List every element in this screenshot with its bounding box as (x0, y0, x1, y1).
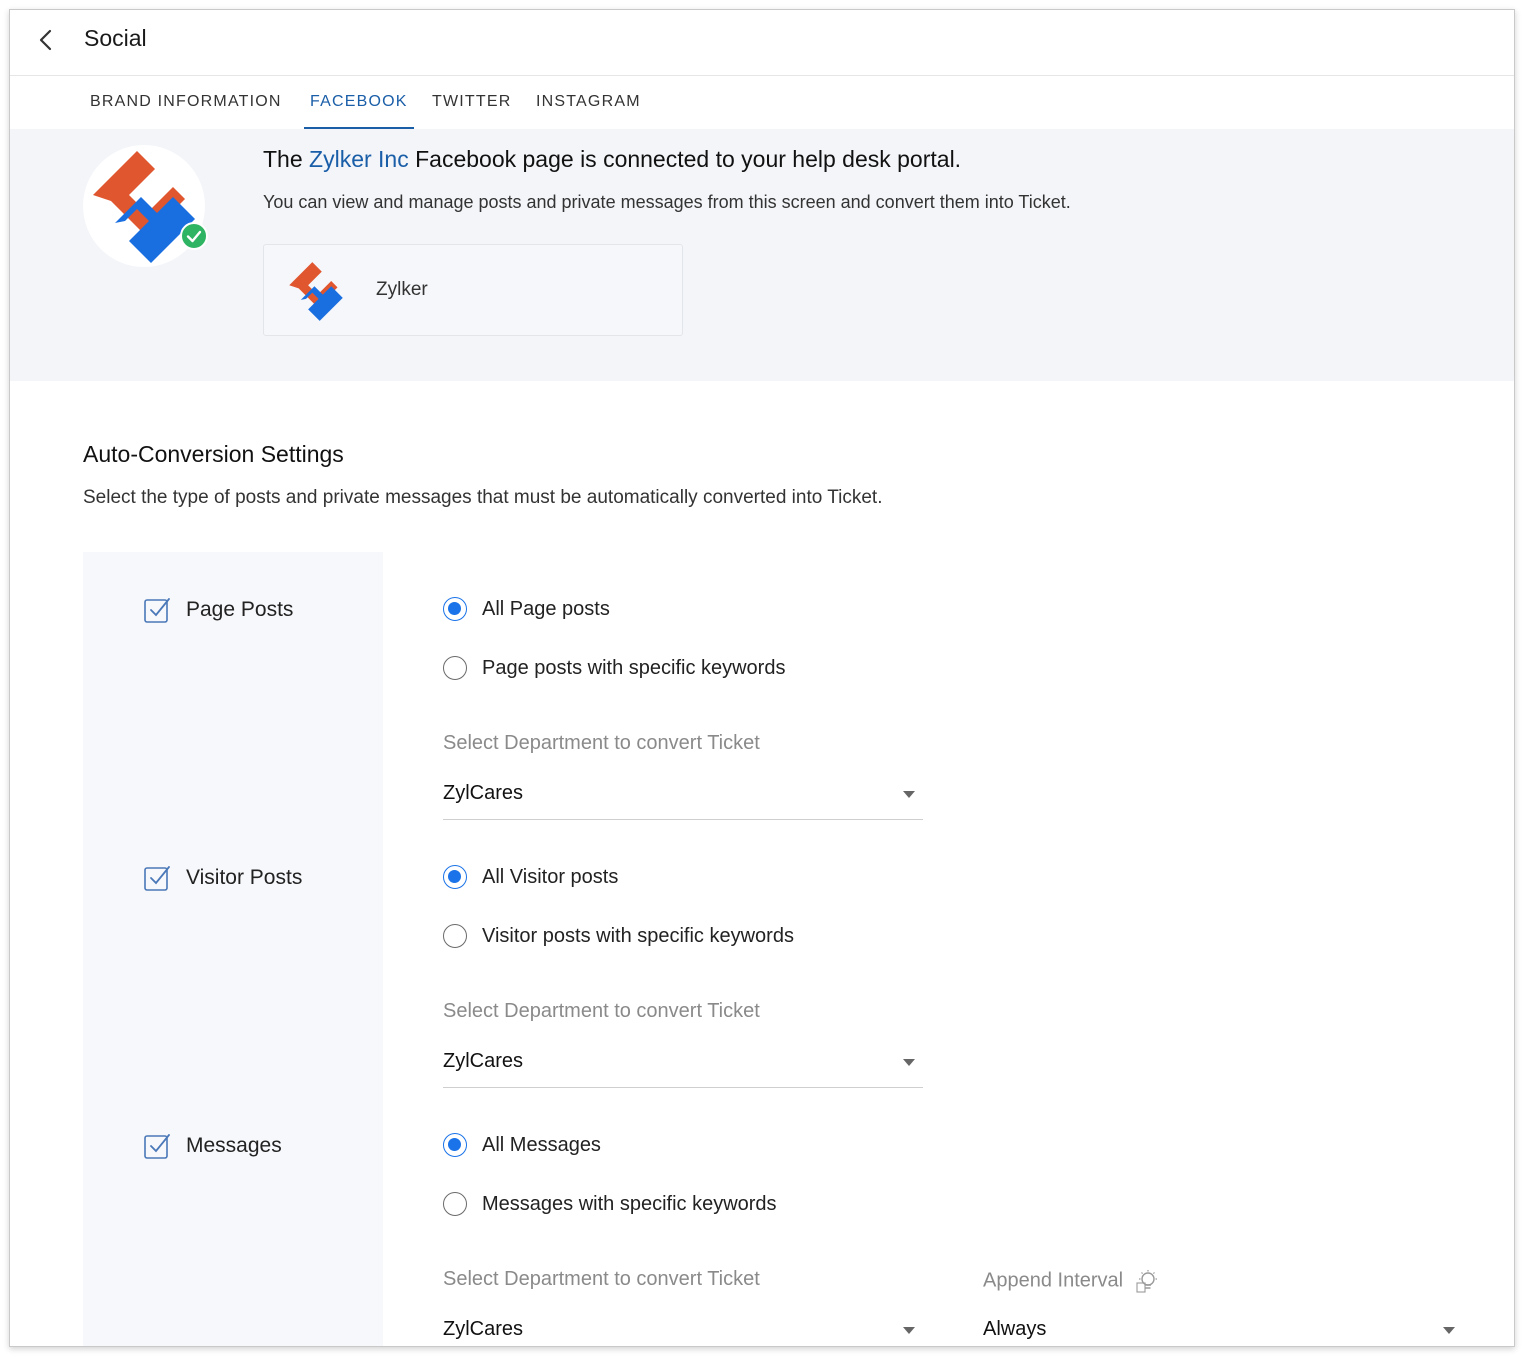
radio-label: All Visitor posts (482, 865, 619, 888)
visitor-posts-label: Visitor Posts (186, 866, 303, 889)
radio-button (443, 924, 467, 948)
radio-label: Visitor posts with specific keywords (482, 924, 794, 947)
radio-button-selected (443, 1133, 467, 1157)
radio-all-page-posts[interactable]: All Page posts (443, 597, 610, 621)
select-value: Always (983, 1318, 1047, 1340)
radio-label: All Messages (482, 1133, 601, 1156)
chevron-left-icon (39, 29, 52, 51)
department-label: Select Department to convert Ticket (443, 732, 760, 754)
section-description: Select the type of posts and private mes… (83, 487, 883, 508)
messages-checkbox[interactable]: Messages (142, 1131, 282, 1161)
brand-name-link[interactable]: Zylker Inc (309, 146, 409, 172)
page-posts-checkbox[interactable]: Page Posts (142, 595, 293, 625)
page-name: Zylker (376, 279, 428, 300)
page-header: Social (10, 10, 1514, 76)
radio-button (443, 1192, 467, 1216)
radio-button-selected (443, 865, 467, 889)
messages-label: Messages (186, 1134, 282, 1157)
verified-check-icon (180, 222, 208, 250)
append-interval-label: Append Interval (983, 1268, 1161, 1294)
lightbulb-icon[interactable] (1135, 1268, 1161, 1294)
tab-facebook[interactable]: FACEBOOK (304, 77, 414, 129)
tab-twitter[interactable]: TWITTER (432, 77, 512, 129)
radio-button-selected (443, 597, 467, 621)
caret-down-icon (903, 1059, 915, 1066)
visitor-posts-checkbox[interactable]: Visitor Posts (142, 863, 302, 893)
department-select-visitor-posts[interactable]: ZylCares (443, 1042, 923, 1088)
department-label: Select Department to convert Ticket (443, 1000, 760, 1022)
append-interval-select[interactable]: Always (983, 1310, 1463, 1346)
radio-all-messages[interactable]: All Messages (443, 1133, 601, 1157)
radio-page-posts-keywords[interactable]: Page posts with specific keywords (443, 656, 785, 680)
tab-brand-information[interactable]: BRAND INFORMATION (90, 77, 282, 129)
department-label: Select Department to convert Ticket (443, 1268, 760, 1290)
radio-label: Page posts with specific keywords (482, 656, 786, 679)
connection-banner: The Zylker Inc Facebook page is connecte… (10, 129, 1514, 381)
radio-label: All Page posts (482, 597, 610, 620)
page-posts-label: Page Posts (186, 598, 294, 621)
page-title: Social (84, 25, 147, 51)
checkbox-checked-icon (144, 598, 170, 623)
checkbox-checked-icon (144, 866, 170, 891)
radio-button (443, 656, 467, 680)
headline-prefix: The (263, 146, 303, 172)
radio-messages-keywords[interactable]: Messages with specific keywords (443, 1192, 777, 1216)
connection-headline: The Zylker Inc Facebook page is connecte… (263, 146, 961, 173)
caret-down-icon (903, 1327, 915, 1334)
connection-subtext: You can view and manage posts and privat… (263, 192, 1071, 212)
tab-instagram[interactable]: INSTAGRAM (536, 77, 641, 129)
radio-all-visitor-posts[interactable]: All Visitor posts (443, 865, 618, 889)
zylker-page-logo-icon (289, 262, 343, 321)
caret-down-icon (1443, 1327, 1455, 1334)
select-value: ZylCares (443, 1318, 524, 1340)
radio-label: Messages with specific keywords (482, 1192, 777, 1215)
headline-suffix: Facebook page is connected to your help … (415, 146, 962, 172)
settings-left-column (83, 552, 383, 1346)
back-button[interactable] (32, 26, 60, 54)
append-interval-text: Append Interval (983, 1269, 1124, 1292)
tab-bar: BRAND INFORMATION FACEBOOK TWITTER INSTA… (10, 77, 1514, 129)
radio-visitor-posts-keywords[interactable]: Visitor posts with specific keywords (443, 924, 794, 948)
department-select-messages[interactable]: ZylCares (443, 1310, 923, 1346)
checkbox-checked-icon (144, 1134, 170, 1159)
select-value: ZylCares (443, 782, 524, 804)
caret-down-icon (903, 791, 915, 798)
section-title: Auto-Conversion Settings (83, 441, 344, 467)
select-value: ZylCares (443, 1050, 524, 1072)
department-select-page-posts[interactable]: ZylCares (443, 774, 923, 820)
settings-window: Social BRAND INFORMATION FACEBOOK TWITTE… (9, 9, 1515, 1347)
facebook-page-card[interactable]: Zylker (263, 244, 683, 336)
